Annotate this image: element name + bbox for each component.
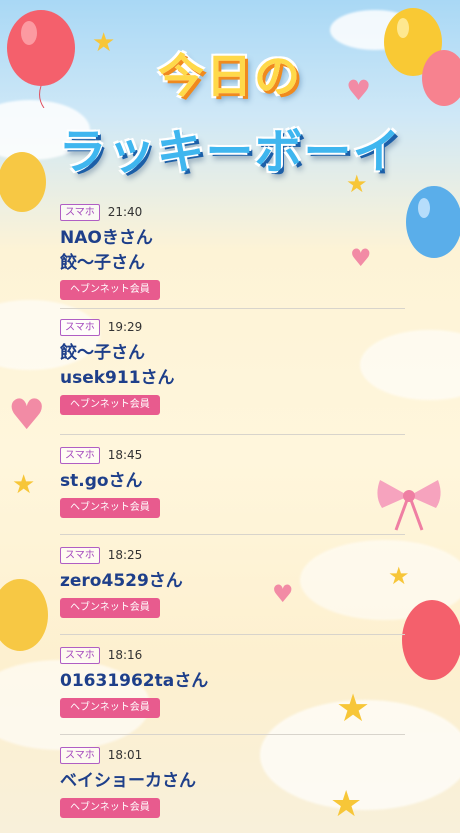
balloon-red-bottom-icon [402,600,460,680]
page-title: 今日の ラッキーボーイ [40,34,420,184]
balloon-pink-icon [422,50,460,106]
visit-time: 18:01 [107,748,143,762]
user-name[interactable]: st.goさん [60,469,405,494]
visit-time: 19:29 [107,320,143,334]
title-line-2: ラッキーボーイ [58,124,402,180]
heart-icon: ♥ [8,390,46,439]
member-badge: ヘブンネット会員 [60,598,160,618]
star-icon: ★ [12,470,36,500]
user-name[interactable]: usek911さん [60,366,405,391]
user-name[interactable]: zero4529さん [60,569,405,594]
user-name[interactable]: ベイショーカさん [60,769,405,794]
member-badge: ヘブンネット会員 [60,395,160,415]
balloon-yellow-bottom-icon [0,579,48,651]
user-name[interactable]: 餃〜子さん [60,341,405,366]
device-tag: スマホ [60,203,100,221]
visit-time: 21:40 [107,205,143,219]
list-item: スマホ 18:25 zero4529さん ヘブンネット会員 [60,535,405,635]
device-tag: スマホ [60,446,100,464]
device-tag: スマホ [60,746,100,764]
visit-time: 18:16 [107,648,143,662]
device-tag: スマホ [60,546,100,564]
device-tag: スマホ [60,646,100,664]
member-badge: ヘブンネット会員 [60,698,160,718]
list-item: スマホ 18:16 01631962taさん ヘブンネット会員 [60,635,405,735]
list-item: スマホ 18:45 st.goさん ヘブンネット会員 [60,435,405,535]
device-tag: スマホ [60,318,100,336]
user-name[interactable]: NAOきさん [60,226,405,251]
list-item: スマホ 21:40 NAOきさん 餃〜子さん ヘブンネット会員 [60,196,405,309]
user-name[interactable]: 01631962taさん [60,669,405,694]
balloon-blue-icon [406,186,460,258]
member-badge: ヘブンネット会員 [60,798,160,818]
visit-time: 18:25 [107,548,143,562]
member-badge: ヘブンネット会員 [60,280,160,300]
list-item: スマホ 19:29 餃〜子さん usek911さん ヘブンネット会員 [60,309,405,435]
list-item: スマホ 18:01 ベイショーカさん ヘブンネット会員 [60,735,405,827]
user-name[interactable]: 餃〜子さん [60,251,405,276]
visit-time: 18:45 [107,448,143,462]
title-line-1: 今日の [158,49,302,103]
member-badge: ヘブンネット会員 [60,498,160,518]
lucky-boy-list: スマホ 21:40 NAOきさん 餃〜子さん ヘブンネット会員 スマホ 19:2… [60,196,405,827]
